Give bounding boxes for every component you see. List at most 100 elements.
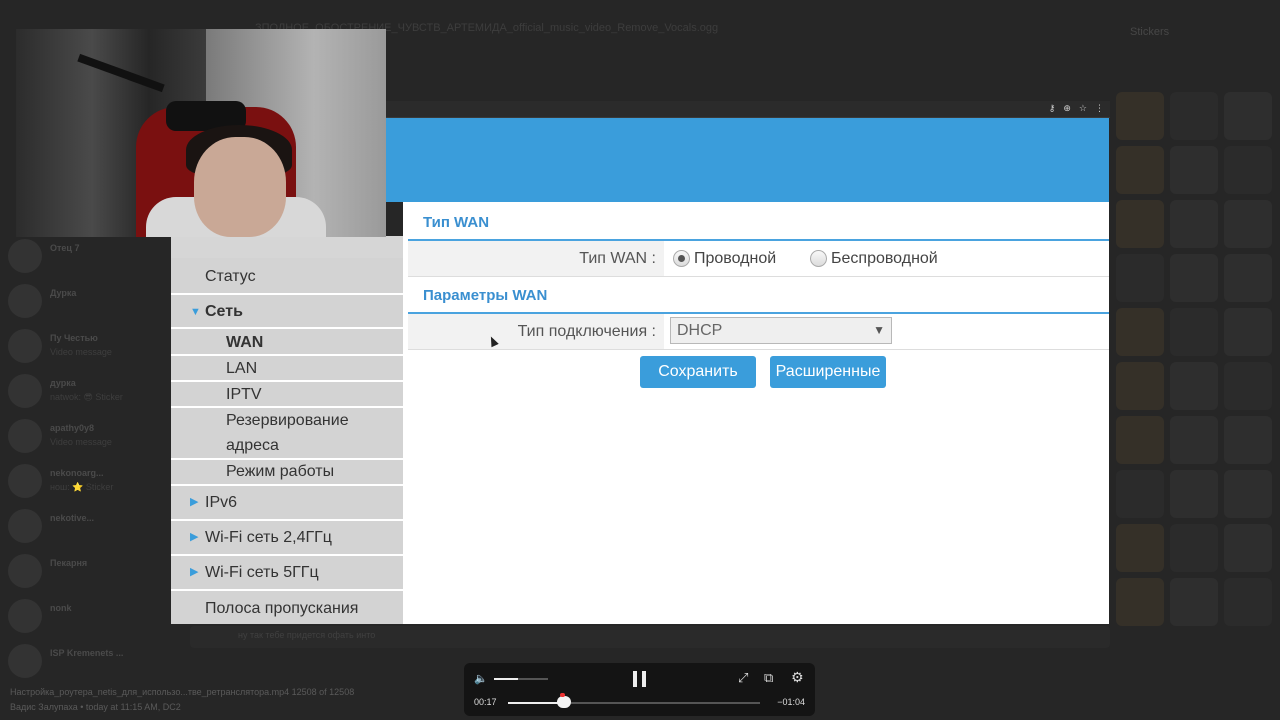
section-wan-type-title: Тип WAN xyxy=(423,214,490,231)
background-chat-name: дурка xyxy=(50,378,76,388)
save-button[interactable]: Сохранить xyxy=(640,356,756,388)
connection-type-select[interactable]: DHCP ▼ xyxy=(670,317,892,344)
avatar xyxy=(8,464,42,498)
background-sticker xyxy=(1224,308,1272,356)
background-sticker xyxy=(1224,146,1272,194)
nav-sub-lan-label: LAN xyxy=(226,360,258,377)
chevron-down-icon: ▼ xyxy=(873,323,885,337)
background-chat-item: Отец 7 xyxy=(6,235,171,279)
background-chat-list: Отец 7 Дурка Пу Честью Video message дурка na… xyxy=(0,235,175,678)
zoom-icon[interactable]: ⊕ xyxy=(1063,103,1071,114)
background-sticker xyxy=(1224,92,1272,140)
avatar xyxy=(8,374,42,408)
router-sidebar: Статус ▼ Сеть WAN LAN IPTV Резервировани… xyxy=(171,236,403,624)
nav-wifi-5[interactable]: ▶ Wi-Fi сеть 5ГГц xyxy=(171,556,403,591)
background-sticker xyxy=(1116,362,1164,410)
background-sticker xyxy=(1170,92,1218,140)
menu-icon[interactable]: ⋮ xyxy=(1095,103,1104,114)
nav-status-label: Статус xyxy=(205,268,256,285)
background-chat-name: ISP Kremenets ... xyxy=(50,648,124,658)
background-sticker xyxy=(1116,524,1164,572)
nav-sub-wan-label: WAN xyxy=(226,334,264,351)
nav-ipv6-label: IPv6 xyxy=(205,494,238,511)
nav-sub-mode[interactable]: Режим работы xyxy=(171,460,403,486)
background-sticker xyxy=(1116,146,1164,194)
radio-wireless[interactable] xyxy=(810,250,827,267)
avatar xyxy=(8,329,42,363)
avatar xyxy=(8,554,42,588)
nav-sub-lan[interactable]: LAN xyxy=(171,356,403,382)
pause-icon[interactable] xyxy=(633,671,647,687)
background-sticker xyxy=(1116,200,1164,248)
background-sticker xyxy=(1224,524,1272,572)
background-sticker xyxy=(1224,362,1272,410)
background-chat-name: Дурка xyxy=(50,288,77,298)
background-chat-preview: Video message xyxy=(50,437,112,447)
nav-sub-reservation-label-2: адреса xyxy=(226,437,279,454)
volume-icon[interactable]: 🔈 xyxy=(474,672,488,685)
nav-status[interactable]: Статус xyxy=(171,258,403,295)
nav-wifi-24[interactable]: ▶ Wi-Fi сеть 2,4ГГц xyxy=(171,521,403,556)
triangle-right-icon: ▶ xyxy=(190,531,199,543)
connection-type-row: Тип подключения : DHCP ▼ xyxy=(408,314,1109,350)
picture-in-picture-icon[interactable]: ⧉ xyxy=(764,670,773,686)
background-sticker xyxy=(1170,308,1218,356)
background-chat-item: дурка natwok: 😎 Sticker xyxy=(6,370,171,414)
router-header xyxy=(385,118,1109,202)
background-sticker-grid xyxy=(1110,92,1280,652)
background-chat-name: apathy0y8 xyxy=(50,423,95,433)
background-sticker xyxy=(1170,200,1218,248)
avatar xyxy=(8,284,42,318)
background-sticker xyxy=(1224,416,1272,464)
background-chat-item: Пекарня xyxy=(6,550,171,594)
background-chat-name: nonk xyxy=(50,603,72,613)
background-chat-name: Пу Честью xyxy=(50,333,98,343)
background-sticker xyxy=(1116,92,1164,140)
radio-wired[interactable] xyxy=(673,250,690,267)
background-message-bar: ну так тебе придется офать инто xyxy=(190,626,1110,648)
avatar xyxy=(8,644,42,678)
nav-network[interactable]: ▼ Сеть xyxy=(171,295,403,329)
background-chat-item: apathy0y8 Video message xyxy=(6,415,171,459)
radio-wireless-label[interactable]: Беспроводной xyxy=(831,250,938,268)
background-sticker xyxy=(1116,416,1164,464)
background-sticker xyxy=(1170,524,1218,572)
background-sticker xyxy=(1170,362,1218,410)
fullscreen-icon[interactable]: ⤢ xyxy=(738,670,748,686)
background-sticker xyxy=(1224,254,1272,302)
advanced-button[interactable]: Расширенные xyxy=(770,356,886,388)
radio-wired-label[interactable]: Проводной xyxy=(694,250,776,268)
seek-handle[interactable] xyxy=(556,693,571,708)
router-content: Тип WAN Тип WAN : Проводной Беспроводной… xyxy=(403,202,1109,624)
nav-wifi-24-label: Wi-Fi сеть 2,4ГГц xyxy=(205,529,332,546)
background-chat-item: nonk xyxy=(6,595,171,639)
nav-sub-reservation-label-1: Резервирование xyxy=(226,412,349,429)
nav-sub-iptv[interactable]: IPTV xyxy=(171,382,403,408)
avatar xyxy=(8,239,42,273)
triangle-right-icon: ▶ xyxy=(190,566,199,578)
nav-sub-wan[interactable]: WAN xyxy=(171,329,403,356)
seek-bar[interactable] xyxy=(508,693,760,708)
time-current: 00:17 xyxy=(474,697,497,707)
background-file-name: Настройка_роутера_netis_для_использо...т… xyxy=(10,687,355,697)
section-wan-params-title: Параметры WAN xyxy=(423,287,548,304)
background-sticker xyxy=(1224,470,1272,518)
background-sticker xyxy=(1224,200,1272,248)
background-chat-preview: Video message xyxy=(50,347,112,357)
background-sticker xyxy=(1224,578,1272,626)
key-icon[interactable]: ⚷ xyxy=(1049,103,1056,114)
time-remaining: −01:04 xyxy=(777,697,805,707)
nav-bandwidth-label: Полоса пропускания xyxy=(205,600,359,617)
nav-ipv6[interactable]: ▶ IPv6 xyxy=(171,486,403,521)
background-message-hint: ну так тебе придется офать инто xyxy=(238,630,376,640)
video-player-controls: 🔈 ⤢ ⧉ ⚙ 00:17 −01:04 xyxy=(464,663,815,716)
nav-sub-reservation[interactable]: Резервирование адреса xyxy=(171,408,403,460)
volume-slider[interactable] xyxy=(494,678,548,680)
avatar xyxy=(8,509,42,543)
settings-icon[interactable]: ⚙ xyxy=(791,669,804,686)
background-chat-item: nekonoarg... нош: ⭐ Sticker xyxy=(6,460,171,504)
star-icon[interactable]: ☆ xyxy=(1079,103,1087,114)
avatar xyxy=(8,599,42,633)
avatar xyxy=(8,419,42,453)
nav-bandwidth[interactable]: Полоса пропускания xyxy=(171,591,403,624)
